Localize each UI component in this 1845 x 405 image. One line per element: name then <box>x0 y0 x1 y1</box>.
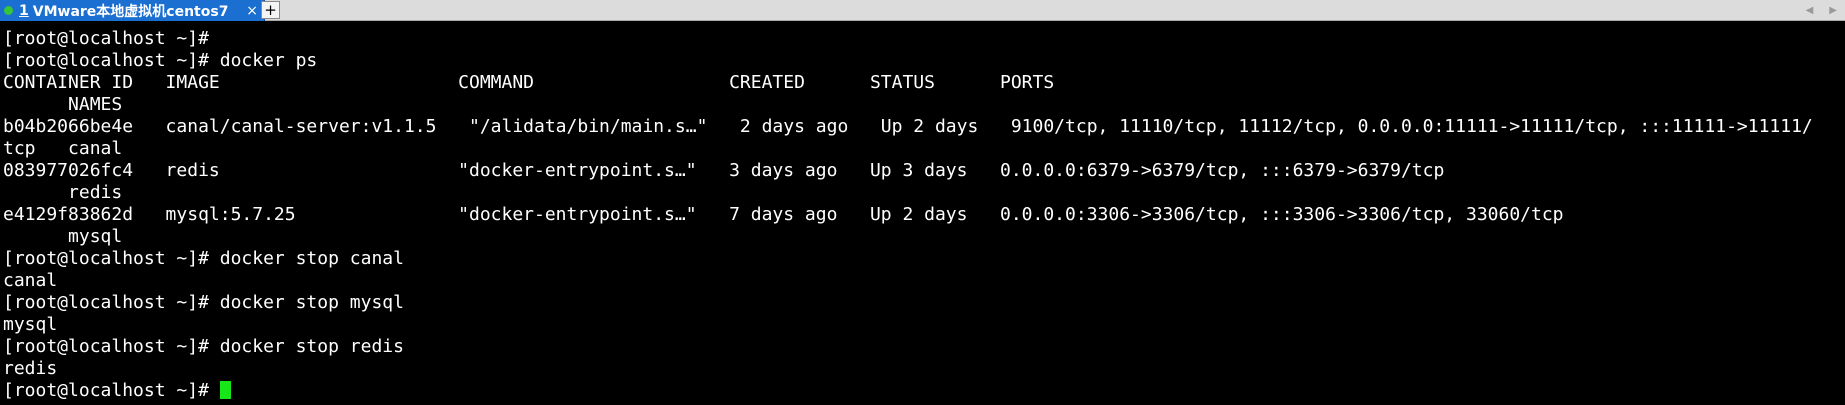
terminal-line: 083977026fc4 redis "docker-entrypoint.s…… <box>3 160 1445 181</box>
tab-number: 1 <box>19 2 29 19</box>
terminal-line: [root@localhost ~]# <box>3 28 220 49</box>
terminal-prompt-line[interactable]: [root@localhost ~]# <box>3 380 1813 402</box>
scroll-right-icon[interactable]: ▶ <box>1829 5 1837 16</box>
terminal-line: [root@localhost ~]# docker ps <box>3 50 318 71</box>
terminal-cursor <box>219 381 231 399</box>
terminal-line: b04b2066be4e canal/canal-server:v1.1.5 "… <box>3 116 1813 137</box>
terminal-line: [root@localhost ~]# docker stop canal <box>3 248 404 269</box>
terminal-line: mysql <box>3 226 123 247</box>
terminal-line: mysql <box>3 314 58 335</box>
terminal-line: redis <box>3 182 123 203</box>
scroll-left-icon[interactable]: ◀ <box>1806 5 1814 16</box>
connected-status-dot-icon <box>4 6 13 15</box>
session-tab-centos7[interactable]: 1 VMware本地虚拟机centos7 × <box>0 0 265 21</box>
terminal-line: CONTAINER ID IMAGE COMMAND CREATED STATU… <box>3 72 1055 93</box>
terminal-line: [root@localhost ~]# docker stop mysql <box>3 292 404 313</box>
tab-bar: 1 VMware本地虚拟机centos7 × + ◀ ▶ <box>0 0 1845 21</box>
tab-scroll-controls: ◀ ▶ <box>1806 0 1837 21</box>
terminal-output[interactable]: [root@localhost ~]# [root@localhost ~]# … <box>3 28 1813 402</box>
terminal-line: redis <box>3 358 58 379</box>
terminal-line: tcp canal <box>3 138 123 159</box>
terminal-prompt: [root@localhost ~]# <box>3 380 220 401</box>
tab-title: VMware本地虚拟机centos7 <box>32 3 229 20</box>
terminal-line: NAMES <box>3 94 123 115</box>
new-tab-button[interactable]: + <box>261 1 280 19</box>
terminal-line: [root@localhost ~]# docker stop redis <box>3 336 404 357</box>
terminal-line: canal <box>3 270 58 291</box>
terminal-line: e4129f83862d mysql:5.7.25 "docker-entryp… <box>3 204 1564 225</box>
close-tab-icon[interactable]: × <box>246 3 258 19</box>
